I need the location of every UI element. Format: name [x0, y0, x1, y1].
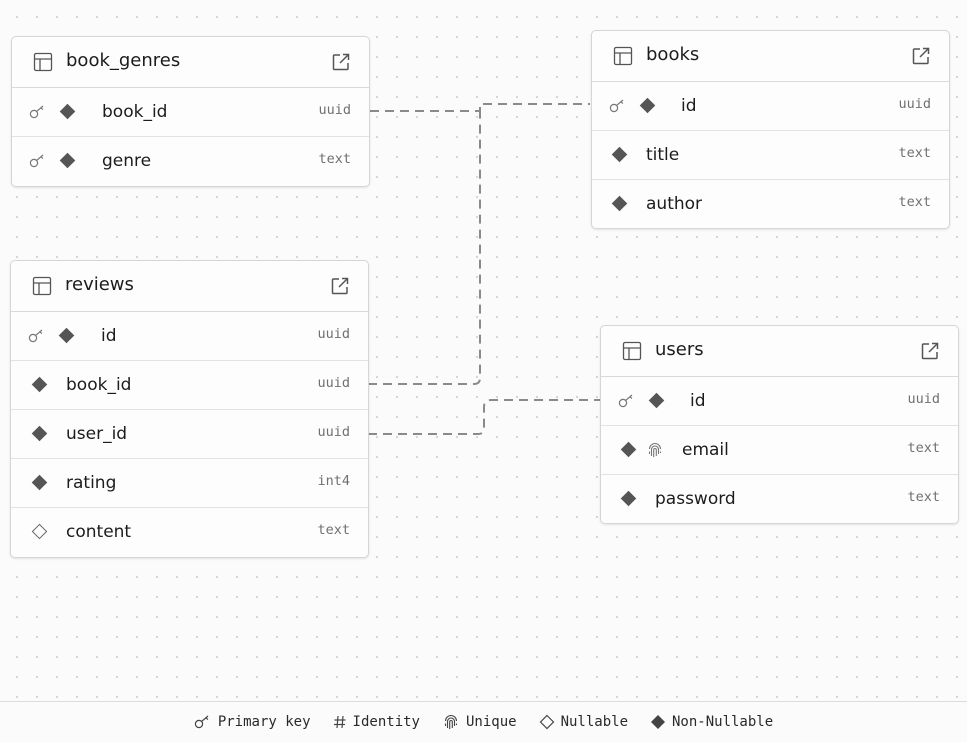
legend-unique: Unique [442, 713, 517, 731]
column-name: user_id [66, 424, 128, 444]
column-name: author [646, 194, 703, 214]
column-row-password[interactable]: password text [601, 475, 958, 523]
table-name: users [655, 339, 704, 360]
table-icon [33, 52, 53, 72]
column-name: email [682, 440, 729, 460]
edge-reviews-to-users [368, 399, 600, 435]
fingerprint-icon [648, 443, 662, 457]
column-row-id[interactable]: id uuid [592, 82, 949, 131]
column-type: text [898, 145, 931, 161]
filled-diamond-icon [651, 715, 665, 729]
non-nullable-icon [58, 327, 75, 344]
legend-label: Primary key [217, 714, 311, 730]
column-row-genre[interactable]: genre text [12, 137, 369, 186]
key-icon [194, 715, 209, 729]
legend-bar: Primary key Identity Unique Nullable Non… [0, 701, 967, 742]
column-type: text [907, 440, 940, 456]
key-icon [29, 105, 44, 119]
column-row-content[interactable]: content text [11, 508, 368, 557]
column-type: uuid [317, 424, 350, 440]
table-card-reviews[interactable]: reviews id uuid book_id uuid user_id uui… [10, 260, 369, 558]
column-type: uuid [907, 391, 940, 407]
non-nullable-icon [648, 392, 665, 409]
legend-primary-key: Primary key [194, 714, 311, 730]
column-name: rating [66, 473, 117, 493]
open-external-icon[interactable] [911, 46, 931, 66]
legend-label: Nullable [560, 714, 628, 730]
column-type: uuid [317, 375, 350, 391]
non-nullable-icon [611, 146, 628, 163]
column-type: uuid [317, 326, 350, 342]
legend-label: Non-Nullable [672, 714, 774, 730]
table-header: books [592, 31, 949, 82]
nullable-icon [31, 523, 48, 540]
column-row-rating[interactable]: rating int4 [11, 459, 368, 508]
column-type: uuid [898, 96, 931, 112]
open-external-icon[interactable] [920, 341, 940, 361]
legend-non-nullable: Non-Nullable [650, 714, 773, 730]
column-name: title [646, 145, 680, 165]
fingerprint-icon [444, 715, 458, 729]
key-icon [28, 329, 43, 343]
column-type: text [318, 151, 351, 167]
column-row-email[interactable]: email text [601, 426, 958, 475]
table-card-books[interactable]: books id uuid title text author text [591, 30, 950, 229]
non-nullable-icon [639, 97, 656, 114]
legend-label: Identity [352, 714, 420, 730]
column-type: uuid [318, 102, 351, 118]
column-name: content [66, 522, 132, 542]
non-nullable-icon [620, 441, 637, 458]
non-nullable-icon [611, 195, 628, 212]
hash-icon [333, 715, 346, 729]
column-name: password [655, 489, 736, 509]
table-card-book-genres[interactable]: book_genres book_id uuid genre text [11, 36, 370, 187]
column-type: text [907, 489, 940, 505]
column-row-user-id[interactable]: user_id uuid [11, 410, 368, 459]
key-icon [609, 99, 624, 113]
column-name: book_id [102, 102, 168, 122]
column-name: book_id [66, 375, 132, 395]
table-icon [613, 46, 633, 66]
non-nullable-icon [59, 103, 76, 120]
column-row-book-id[interactable]: book_id uuid [12, 88, 369, 137]
column-type: text [317, 522, 350, 538]
edge-reviews-to-books [368, 104, 481, 385]
open-external-icon[interactable] [331, 52, 351, 72]
legend-identity: Identity [333, 714, 420, 730]
non-nullable-icon [31, 425, 48, 442]
non-nullable-icon [31, 376, 48, 393]
open-external-icon[interactable] [330, 276, 350, 296]
column-name: id [690, 391, 706, 411]
table-header: users [601, 326, 958, 377]
legend-label: Unique [465, 714, 517, 730]
column-row-title[interactable]: title text [592, 131, 949, 180]
edge-book-genres-to-books [370, 103, 590, 112]
column-type: text [898, 194, 931, 210]
column-name: genre [102, 151, 152, 171]
table-name: reviews [65, 274, 134, 295]
table-header: reviews [11, 261, 368, 312]
table-card-users[interactable]: users id uuid email text password text [600, 325, 959, 524]
table-name: book_genres [66, 50, 181, 71]
non-nullable-icon [31, 474, 48, 491]
legend-nullable: Nullable [539, 714, 628, 730]
table-icon [622, 341, 642, 361]
key-icon [29, 154, 44, 168]
column-name: id [101, 326, 117, 346]
non-nullable-icon [620, 490, 637, 507]
column-row-id[interactable]: id uuid [601, 377, 958, 426]
column-type: int4 [317, 473, 350, 489]
hollow-diamond-icon [539, 714, 554, 730]
table-header: book_genres [12, 37, 369, 88]
column-name: id [681, 96, 697, 116]
column-row-author[interactable]: author text [592, 180, 949, 228]
column-row-id[interactable]: id uuid [11, 312, 368, 361]
table-icon [32, 276, 52, 296]
key-icon [618, 394, 633, 408]
table-name: books [646, 44, 700, 65]
non-nullable-icon [59, 152, 76, 169]
column-row-book-id[interactable]: book_id uuid [11, 361, 368, 410]
